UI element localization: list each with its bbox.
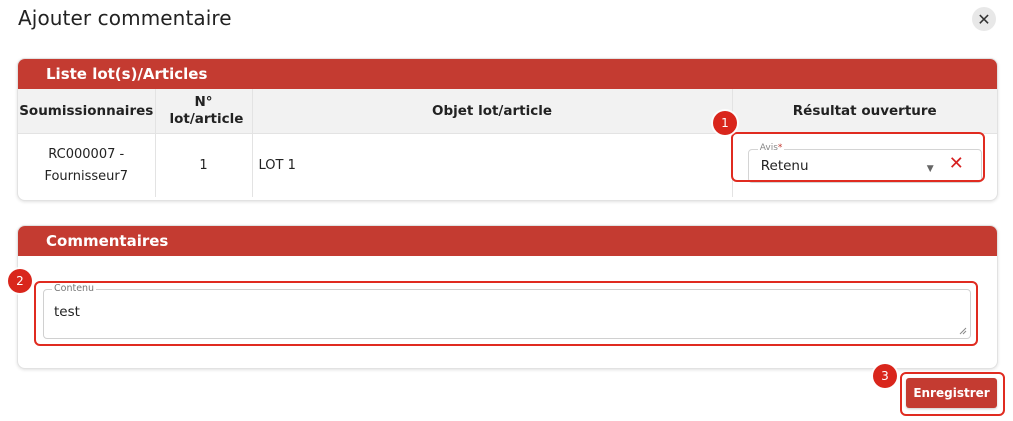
lots-card: Liste lot(s)/Articles Soumissionnaires N… [17, 58, 998, 201]
lots-card-header: Liste lot(s)/Articles [18, 59, 997, 89]
avis-select[interactable]: Avis* Retenu ▼ ✕ [747, 141, 982, 183]
required-marker: * [777, 142, 783, 153]
annotation-badge-2: 2 [8, 269, 32, 293]
contenu-textarea[interactable]: Contenu test [43, 283, 971, 339]
avis-label: Avis* [757, 141, 785, 154]
annotation-badge-3: 3 [873, 364, 897, 388]
column-header-soumissionnaires: Soumissionnaires [18, 89, 156, 134]
resize-handle-icon[interactable] [959, 327, 967, 335]
objet-cell: LOT 1 [252, 133, 733, 197]
annotation-badge-1: 1 [713, 111, 737, 135]
column-header-resultat: Résultat ouverture [732, 89, 997, 134]
avis-value: Retenu [760, 157, 809, 174]
comments-card-header: Commentaires [18, 226, 997, 256]
save-button[interactable]: Enregistrer [906, 378, 997, 408]
close-icon[interactable]: ✕ [972, 7, 996, 31]
comments-card: Commentaires Contenu test [17, 225, 998, 369]
table-row: RC000007 - Fournisseur7 1 LOT 1 Avis* Re… [18, 133, 997, 198]
soumissionnaire-cell: RC000007 - Fournisseur7 [18, 133, 156, 197]
page-title: Ajouter commentaire [18, 6, 232, 30]
column-header-numero: N° lot/article [155, 89, 253, 134]
resultat-cell: Avis* Retenu ▼ ✕ [732, 134, 997, 198]
column-header-objet: Objet lot/article [252, 89, 733, 134]
contenu-label: Contenu [52, 283, 97, 295]
numero-cell: 1 [155, 133, 253, 197]
clear-icon[interactable]: ✕ [949, 153, 964, 174]
table-header-row: Soumissionnaires N° lot/article Objet lo… [18, 89, 997, 134]
contenu-value: test [54, 304, 80, 320]
chevron-down-icon[interactable]: ▼ [927, 158, 934, 180]
lots-table: Soumissionnaires N° lot/article Objet lo… [18, 89, 997, 197]
